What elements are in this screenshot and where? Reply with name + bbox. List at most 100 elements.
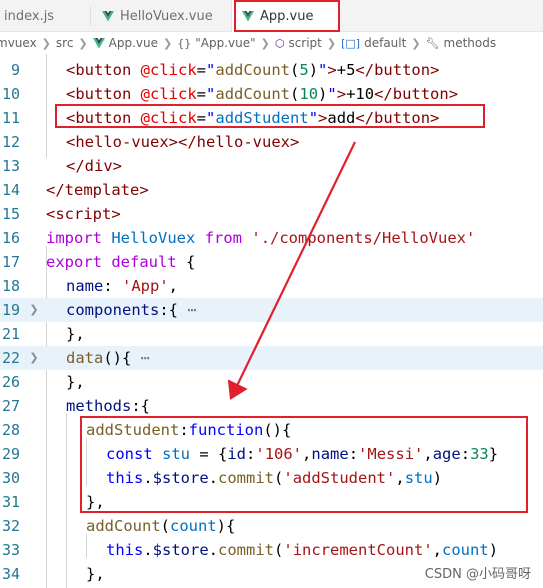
editor-tab-bar: index.js HelloVuex.vue App.vue [0, 0, 543, 32]
breadcrumb-item-file[interactable]: App.vue [92, 36, 158, 50]
code-token: " [206, 61, 216, 79]
line-number: 14 [1, 181, 20, 199]
code-token: from [204, 229, 243, 247]
code-token: = [196, 61, 207, 79]
code-token: $store [152, 541, 209, 559]
code-token: id [227, 445, 247, 463]
code-token: ( [290, 61, 300, 79]
code-token: , [302, 445, 312, 463]
code-line[interactable]: 13 </div> [0, 154, 543, 178]
code-text: }, [86, 562, 105, 586]
code-line[interactable]: 29 const stu = {id:'106',name:'Messi',age… [0, 442, 543, 466]
code-text: import HelloVuex from './components/Hell… [46, 226, 475, 250]
code-editor[interactable]: 9 <button @click="addCount(5)">+5</button… [0, 54, 543, 588]
code-text: <button @click="addStudent">add</button> [66, 106, 439, 130]
breadcrumb-item-src[interactable]: src [56, 36, 74, 50]
code-token: methods [66, 397, 132, 415]
code-token: @click [131, 109, 197, 127]
code-token: const [106, 445, 153, 463]
code-line[interactable]: 17 export default { [0, 250, 543, 274]
code-token: 'Messi' [358, 445, 424, 463]
code-line[interactable]: 28 addStudent:function(){ [0, 418, 543, 442]
code-line[interactable]: 32 addCount(count){ [0, 514, 543, 538]
chevron-right-icon: ❯ [411, 36, 421, 50]
tab-app-vue[interactable]: App.vue [231, 0, 339, 32]
code-token: " [206, 109, 216, 127]
code-line[interactable]: 16 import HelloVuex from './components/He… [0, 226, 543, 250]
line-number: 28 [1, 421, 20, 439]
code-line[interactable]: 22 ❯ data(){ ⋯ [0, 346, 543, 370]
breadcrumb-item-script[interactable]: ⬡ script [275, 36, 322, 50]
code-line[interactable]: 9 <button @click="addCount(5)">+5</button… [0, 58, 543, 82]
breadcrumb: mvuex ❯ src ❯ App.vue ❯ {} "App.vue" ❯ ⬡… [0, 32, 543, 54]
code-line[interactable]: 21}, [0, 322, 543, 346]
code-line[interactable]: 15 <script> [0, 202, 543, 226]
code-line[interactable]: 27 methods:{ [0, 394, 543, 418]
code-text: data(){ ⋯ [66, 346, 150, 370]
cube-icon: [□] [341, 36, 361, 50]
code-token: </ [355, 61, 375, 79]
code-line[interactable]: 30 this.$store.commit('addStudent',stu) [0, 466, 543, 490]
breadcrumb-item-methods[interactable]: 🔧︎ methods [426, 36, 497, 50]
code-line[interactable]: 14 </template> [0, 178, 543, 202]
code-token: " [206, 85, 216, 103]
line-number: 9 [10, 61, 20, 79]
line-number: 27 [1, 397, 20, 415]
code-token: function [188, 421, 264, 439]
code-token: " [318, 61, 328, 79]
code-line[interactable]: 11 <button @click="addStudent">add</butto… [0, 106, 543, 130]
code-token: > [327, 61, 337, 79]
code-token: div [84, 157, 113, 175]
breadcrumb-item-module[interactable]: {} "App.vue" [177, 36, 255, 50]
code-line[interactable]: 12 <hello-vuex></hello-vuex> [0, 130, 543, 154]
code-token: > [318, 109, 328, 127]
fold-chevron-icon[interactable]: ❯ [28, 298, 40, 322]
tab-hellovuex-vue[interactable]: HelloVuex.vue [92, 0, 228, 32]
code-token: = [196, 109, 207, 127]
code-token: " [308, 109, 319, 127]
watermark: CSDN @小码哥呀 [424, 567, 531, 582]
code-line[interactable]: 33 this.$store.commit('incrementCount',co… [0, 538, 543, 562]
code-line[interactable]: 26}, [0, 370, 543, 394]
vue-icon [102, 10, 114, 21]
code-text: methods:{ [66, 394, 150, 418]
breadcrumb-item-default[interactable]: [□] default [341, 36, 406, 50]
code-token: name [311, 445, 349, 463]
code-token: button [392, 85, 449, 103]
code-token: = [196, 85, 207, 103]
tab-label: HelloVuex.vue [120, 8, 213, 24]
code-token: 33 [470, 445, 489, 463]
code-token: > [448, 85, 459, 103]
tab-index-js[interactable]: index.js [0, 0, 90, 32]
code-line[interactable]: 19 ❯ components:{ ⋯ [0, 298, 543, 322]
code-text: name: 'App', [66, 274, 178, 298]
code-token: stu [162, 445, 191, 463]
code-token: }, [86, 565, 105, 583]
code-token: button [75, 85, 132, 103]
code-token: this [106, 469, 144, 487]
code-token: . [208, 469, 219, 487]
code-token: 'App' [122, 277, 169, 295]
chevron-right-icon: ❯ [78, 36, 88, 50]
code-token: :{ [131, 397, 150, 415]
code-token: } [488, 445, 499, 463]
code-token: : [179, 421, 189, 439]
line-number: 10 [1, 85, 20, 103]
code-text: this.$store.commit('addStudent',stu) [106, 466, 442, 490]
line-number: 19 [1, 301, 20, 319]
tab-label: index.js [4, 8, 55, 24]
code-token: }, [66, 373, 85, 391]
code-line[interactable]: 18 name: 'App', [0, 274, 543, 298]
code-token: </ [46, 181, 65, 199]
breadcrumb-item-project[interactable]: mvuex [0, 36, 37, 50]
code-token: commit [218, 541, 275, 559]
code-text: }, [86, 490, 105, 514]
code-token: , [432, 541, 443, 559]
code-line[interactable]: 10 <button @click="addCount(10)">+10</but… [0, 82, 543, 106]
code-token: }, [66, 325, 85, 343]
fold-chevron-icon[interactable]: ❯ [28, 346, 40, 370]
line-number: 34 [1, 565, 20, 583]
code-line[interactable]: 31}, [0, 490, 543, 514]
